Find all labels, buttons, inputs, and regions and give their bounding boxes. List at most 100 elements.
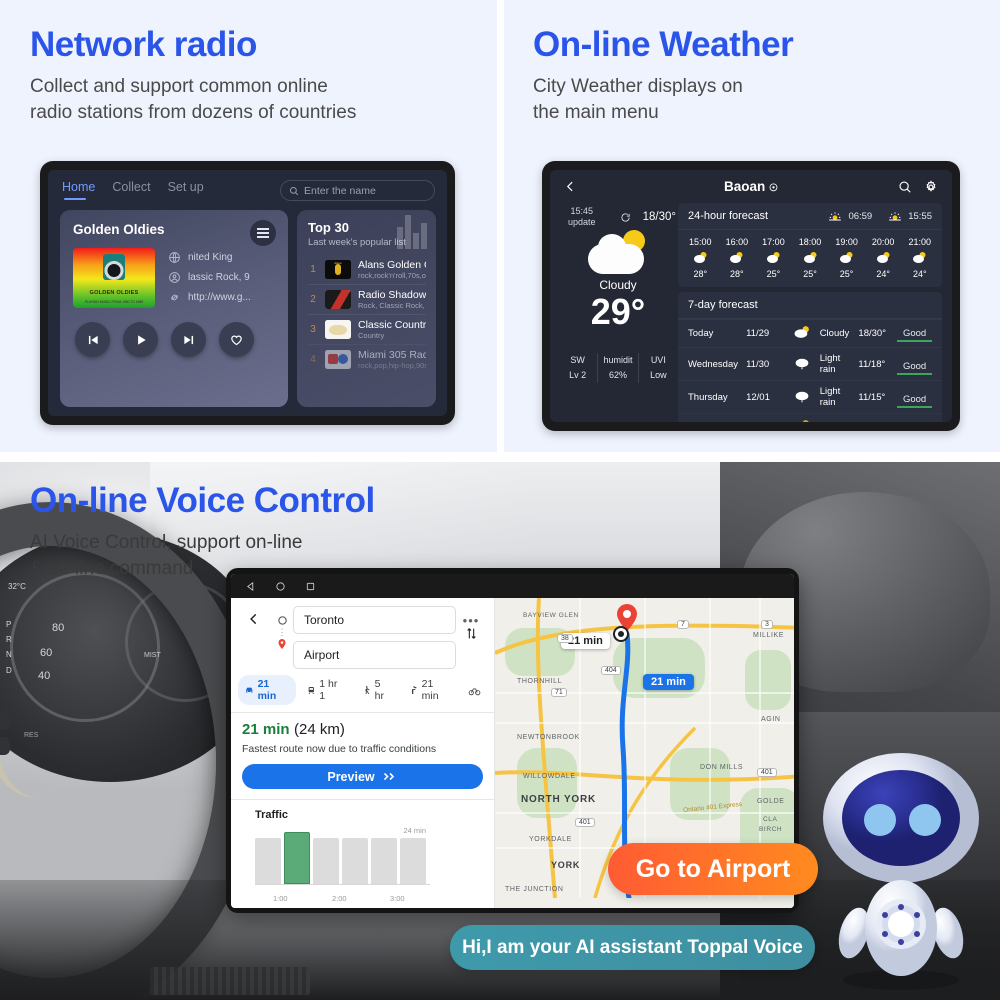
hourly-item: 15:00 28° — [682, 237, 719, 279]
origin-circle-icon — [277, 616, 287, 625]
top30-rank: 3 — [310, 324, 316, 335]
map-label: NEWTONBROOK — [517, 734, 580, 741]
daily-day: Today — [688, 328, 714, 339]
back-arrow-icon[interactable] — [247, 612, 261, 626]
double-chevron-right-icon — [383, 772, 394, 781]
daily-forecast-header: 7-day forecast — [678, 292, 942, 319]
radio-headline: Network radio — [30, 25, 257, 64]
destination-input[interactable]: Airport — [293, 641, 456, 669]
origin-input[interactable]: Toronto — [293, 606, 456, 634]
next-track-button[interactable] — [171, 322, 206, 357]
table-row[interactable]: Friday 12/02 Cloudy 12/17° Good — [678, 413, 942, 422]
hour-time: 18:00 — [798, 237, 822, 247]
list-item[interactable]: 1 Alans Alans Golden Ol... rock,rock'n'r… — [308, 255, 426, 284]
mode-rideshare-label: 21 min — [421, 678, 439, 702]
robot-eye-right — [909, 804, 941, 836]
status-badge: Good — [897, 394, 933, 408]
list-item[interactable]: 2 Radio Shadow D... Rock, Classic Rock, … — [308, 284, 426, 314]
mode-driving[interactable]: 21 min — [238, 675, 296, 705]
swap-icon[interactable] — [465, 627, 478, 640]
current-condition: Cloudy — [599, 278, 637, 292]
traffic-tick: 1:00 — [273, 894, 288, 903]
top30-card: Top 30 Last week's popular list 1 Alans … — [297, 210, 436, 407]
vinyl-icon — [103, 254, 125, 280]
walk-icon — [365, 685, 370, 694]
page-root: Network radio Collect and support common… — [0, 0, 1000, 1000]
daily-date: 11/29 — [746, 328, 770, 339]
wheel-button-res[interactable]: RES — [24, 732, 38, 739]
daily-forecast-card: 7-day forecast Today 11/29 Cloudy 18/30°… — [678, 292, 942, 422]
now-playing-title: Golden Oldies — [73, 222, 165, 237]
radio-screen: Home Collect Set up Enter the name Golde… — [48, 170, 447, 416]
back-icon[interactable] — [245, 581, 256, 592]
recents-icon[interactable] — [305, 581, 316, 592]
weather-device-mockup: Baoan ☉ 15:45 update 18/30° Cloudy 29° S… — [542, 161, 960, 431]
current-weather-icon — [586, 230, 650, 274]
refresh-icon[interactable] — [620, 212, 631, 223]
hourly-item: 20:00 24° — [865, 237, 902, 279]
rideshare-icon — [412, 685, 417, 694]
heart-icon — [231, 335, 242, 346]
uvi-stat: UVI Low — [637, 352, 678, 384]
traffic-bar — [313, 838, 339, 884]
voice-subline-line1: AI Voice Control, support on-line — [30, 531, 303, 553]
preview-button[interactable]: Preview — [242, 764, 483, 789]
mode-rideshare[interactable]: 21 min — [402, 675, 458, 705]
hour-temp: 25° — [803, 269, 817, 279]
wind-stat: SW Lv 2 — [558, 353, 597, 384]
hour-temp: 28° — [730, 269, 744, 279]
radio-tab-home[interactable]: Home — [62, 180, 95, 201]
directions-panel: ⋮ Toronto Airport ••• 21 min 1 hr 1 5 hr… — [231, 598, 495, 908]
list-item[interactable]: 3 Classic Country... Country — [308, 314, 426, 344]
sunrise-info: 06:59 — [828, 211, 872, 222]
list-item[interactable]: 4 Miami 305 Radio rock,pop,hip-hop,90s,8… — [308, 344, 426, 374]
weather-screen: Baoan ☉ 15:45 update 18/30° Cloudy 29° S… — [550, 170, 952, 422]
top30-name: Alans Golden Ol... — [358, 259, 426, 271]
hour-time: 20:00 — [871, 237, 895, 247]
favorite-button[interactable] — [219, 322, 254, 357]
radio-tab-setup[interactable]: Set up — [168, 180, 204, 201]
home-icon[interactable] — [275, 581, 286, 592]
transit-icon — [308, 686, 314, 694]
map-label: BAYVIEW GLEN — [523, 612, 579, 619]
row-gap — [0, 452, 1000, 462]
mode-transit[interactable]: 1 hr 1 — [300, 675, 351, 705]
list-menu-icon[interactable] — [250, 220, 276, 246]
search-icon[interactable] — [898, 180, 912, 194]
mode-cycling[interactable] — [462, 681, 487, 700]
radio-search-input[interactable]: Enter the name — [280, 180, 435, 201]
map-shield: 38 — [557, 634, 573, 643]
mode-walking[interactable]: 5 hr — [355, 675, 398, 705]
hourly-item: 17:00 25° — [755, 237, 792, 279]
gear-icon[interactable] — [924, 179, 938, 194]
play-icon — [137, 334, 146, 345]
play-button[interactable] — [123, 322, 158, 357]
weather-header: Baoan ☉ — [550, 170, 952, 203]
traffic-bars — [255, 829, 430, 885]
daily-icon-cell — [785, 389, 820, 406]
partly-cloudy-icon — [693, 252, 707, 263]
station-genre-row: lassic Rock, 9 — [168, 267, 275, 287]
wind-label: SW — [570, 354, 585, 365]
partly-cloudy-icon — [913, 252, 926, 263]
station-country: nited King — [188, 251, 233, 263]
previous-track-button[interactable] — [75, 322, 110, 357]
table-row[interactable]: Thursday 12/01 Light rain 11/15° Good — [678, 380, 942, 413]
traffic-bar-highlight — [284, 832, 310, 884]
player-controls — [73, 322, 275, 357]
traffic-title: Traffic — [255, 809, 289, 821]
weather-city-name: Baoan — [724, 179, 766, 194]
radio-subline-line2: radio stations from dozens of countries — [30, 101, 357, 123]
route-markers: ⋮ — [271, 606, 293, 650]
voice-subline-line2: & off-line command — [30, 557, 194, 579]
radio-tab-collect[interactable]: Collect — [112, 180, 150, 201]
top30-tags: rock,pop,hip-hop,90s,8... — [358, 361, 426, 370]
daily-day: Thursday — [688, 391, 728, 403]
radio-device-mockup: Home Collect Set up Enter the name Golde… — [40, 161, 455, 425]
table-row[interactable]: Today 11/29 Cloudy 18/30° Good — [678, 319, 942, 347]
hour-time: 15:00 — [689, 237, 712, 247]
table-row[interactable]: Wednesday 11/30 Light rain 11/18° Good — [678, 347, 942, 380]
ai-assistant-robot — [823, 753, 979, 990]
hourly-forecast-title: 24-hour forecast — [688, 210, 769, 222]
more-options-icon[interactable]: ••• — [463, 614, 480, 627]
